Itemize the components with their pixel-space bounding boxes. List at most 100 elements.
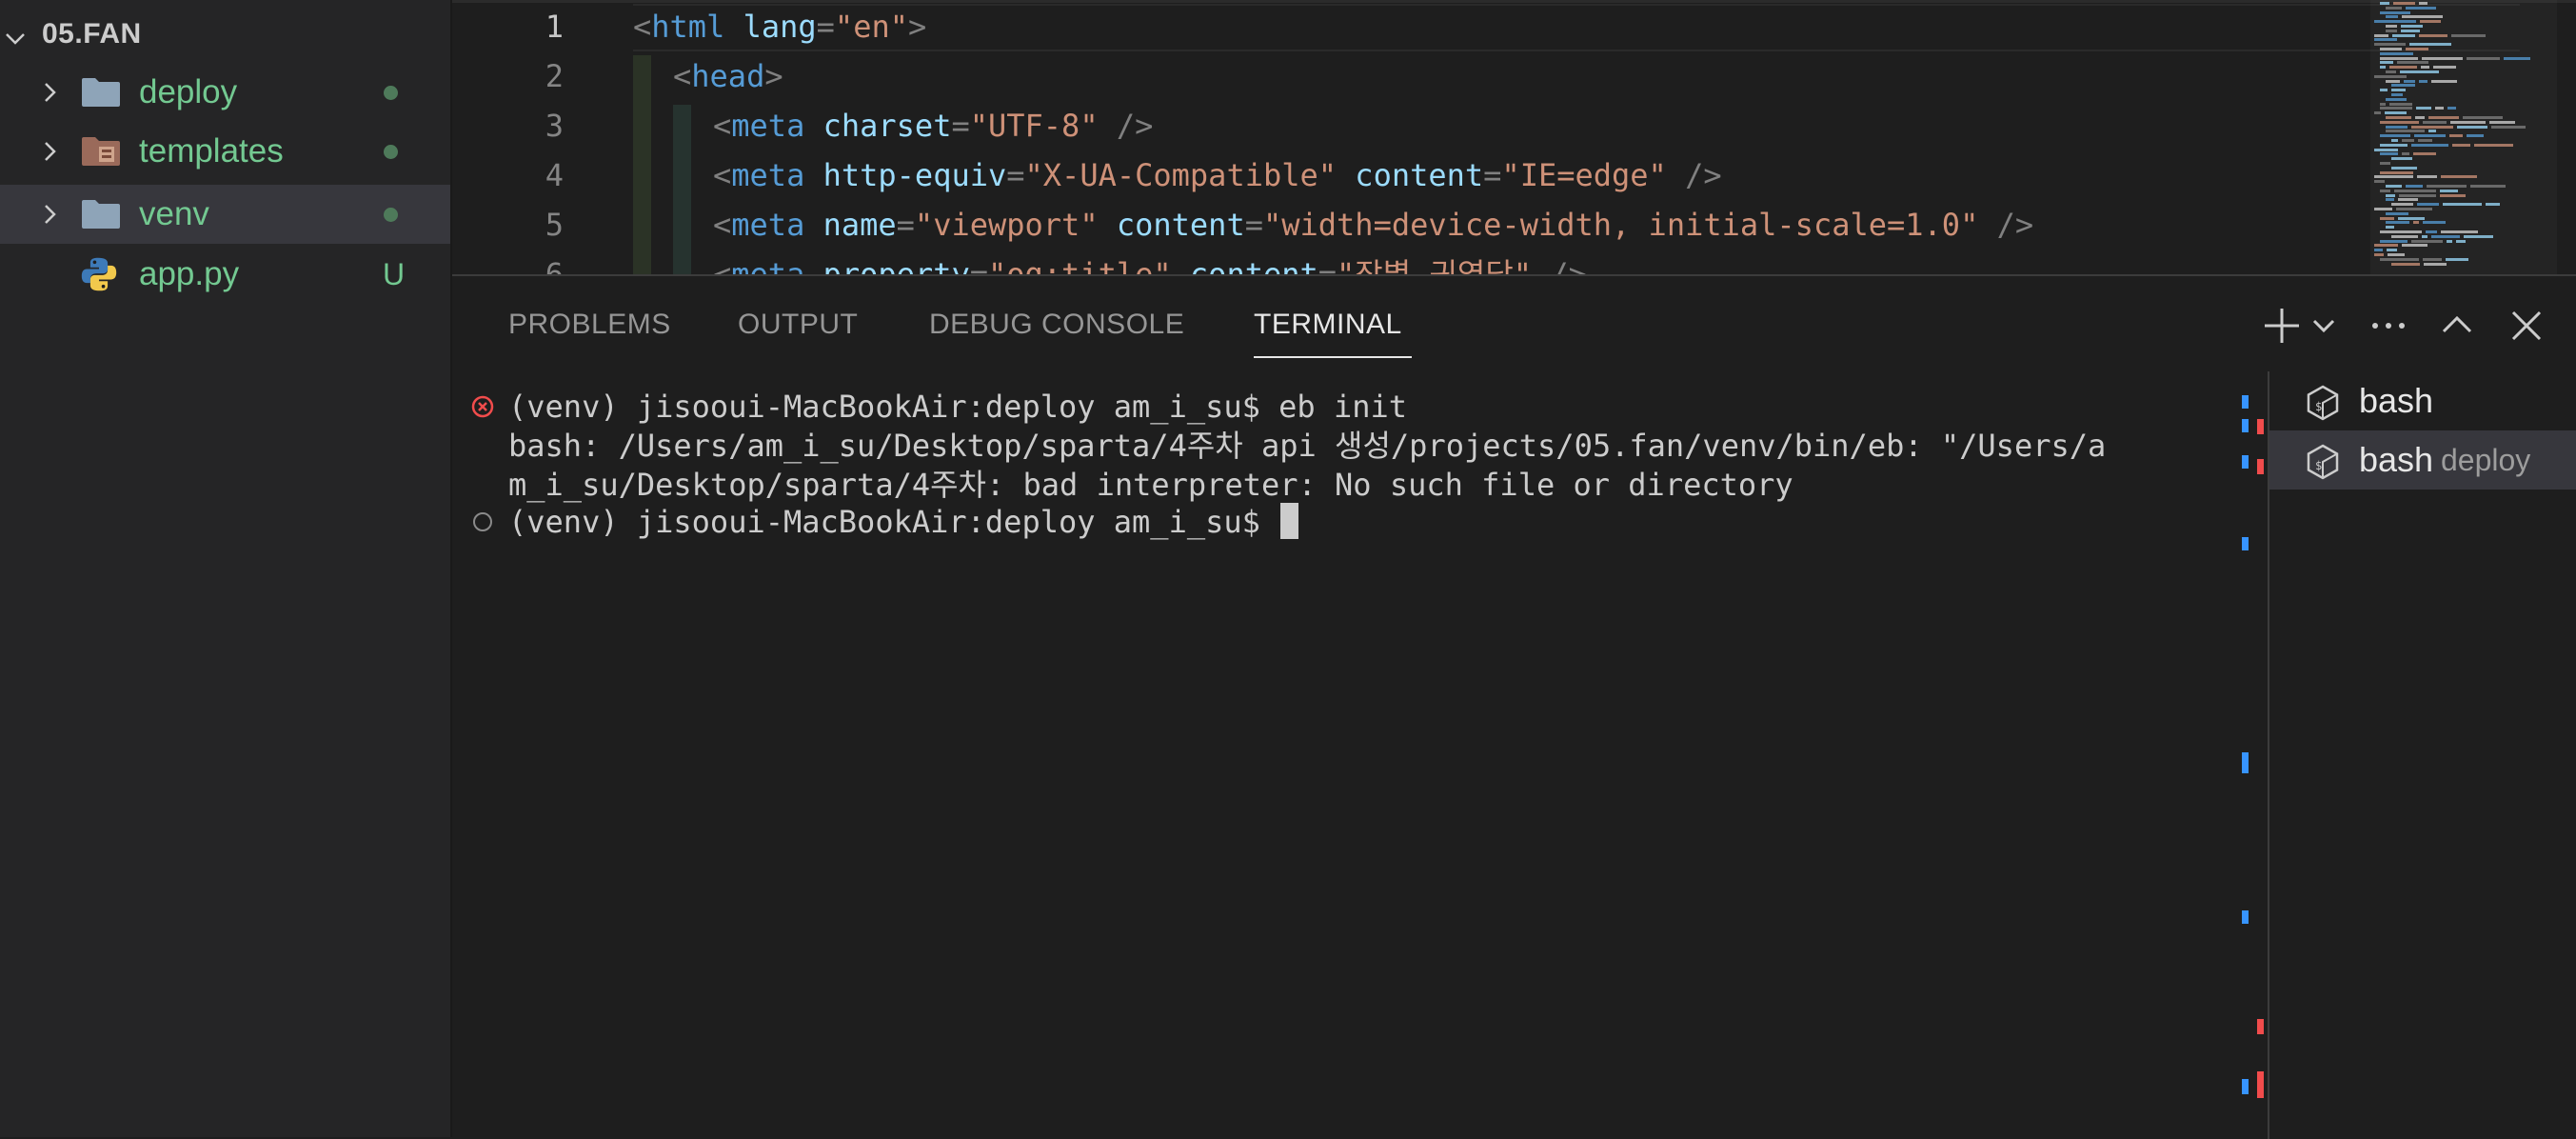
minimap-line xyxy=(2456,239,2466,243)
minimap-line xyxy=(2388,253,2405,256)
terminal-prompt-line: (venv) jisooui-MacBookAir:deploy am_i_su… xyxy=(508,501,1299,543)
minimap-line xyxy=(2380,56,2418,60)
minimap-line xyxy=(2380,239,2408,243)
terminal-output[interactable]: (venv) jisooui-MacBookAir:deploy am_i_su… xyxy=(452,386,2242,1129)
minimap-line xyxy=(2428,116,2459,119)
minimap-line xyxy=(2419,79,2427,83)
tab-debug-console[interactable]: DEBUG CONSOLE xyxy=(929,301,1184,349)
tree-item-label: deploy xyxy=(139,73,238,110)
chevron-up-icon[interactable] xyxy=(2434,303,2480,349)
minimap-line xyxy=(2391,166,2417,170)
terminal-icon: $ xyxy=(2307,385,2339,421)
ruler-mark xyxy=(2257,1071,2264,1098)
code-token: > xyxy=(907,9,927,45)
tab-problems[interactable]: PROBLEMS xyxy=(508,301,671,349)
minimap-line xyxy=(2467,56,2500,60)
code-text: <html lang="en"> xyxy=(633,2,926,51)
minimap-line xyxy=(2400,70,2439,73)
minimap-line xyxy=(2392,33,2415,37)
minimap-line xyxy=(2411,239,2443,243)
tree-item-deploy[interactable]: deploy xyxy=(0,63,450,122)
code-token: "og:title" xyxy=(987,256,1172,274)
line-number: 3 xyxy=(545,108,564,144)
code-editor[interactable]: 1 <html lang="en"> 2 <head> 3 <meta char… xyxy=(452,0,2576,274)
tree-item-venv[interactable]: venv xyxy=(0,185,450,244)
tab-terminal[interactable]: TERMINAL xyxy=(1254,301,1402,349)
close-icon[interactable] xyxy=(2504,303,2549,349)
code-token: < xyxy=(713,256,732,274)
minimap-line xyxy=(2374,111,2381,115)
tree-item-templates[interactable]: templates xyxy=(0,122,450,181)
code-token: "장별 귀염당" xyxy=(1337,256,1533,274)
minimap-line xyxy=(2421,66,2429,70)
minimap-line xyxy=(2393,2,2415,5)
minimap-line xyxy=(2391,157,2412,161)
minimap-line xyxy=(2387,249,2397,252)
minimap-line xyxy=(2418,139,2432,142)
plus-icon[interactable] xyxy=(2259,303,2305,349)
terminal-session-bash[interactable]: $ bash xyxy=(2269,371,2576,430)
ruler-mark xyxy=(2257,419,2264,434)
minimap-line xyxy=(2386,116,2411,119)
svg-text:$: $ xyxy=(2315,400,2322,413)
minimap-line xyxy=(2413,221,2419,225)
minimap-line xyxy=(2386,185,2402,188)
minimap[interactable] xyxy=(2370,0,2557,274)
more-icon[interactable] xyxy=(2366,303,2411,349)
line-number: 5 xyxy=(545,207,564,243)
minimap-line xyxy=(2402,15,2443,19)
code-text: <meta charset="UTF-8" /> xyxy=(713,101,1153,150)
terminal-session-name: bash xyxy=(2359,381,2434,420)
minimap-line xyxy=(2391,84,2415,88)
tree-item-label: app.py xyxy=(139,255,240,292)
code-token: "UTF-8" xyxy=(969,108,1099,144)
minimap-line xyxy=(2441,230,2478,233)
terminal-line: m_i_su/Desktop/sparta/4주차: bad interpret… xyxy=(508,467,1793,503)
bottom-panel: PROBLEMS OUTPUT DEBUG CONSOLE TERMINAL (… xyxy=(452,274,2576,1139)
minimap-line xyxy=(2391,262,2420,266)
minimap-line xyxy=(2385,111,2407,115)
minimap-line xyxy=(2457,125,2487,129)
folder-icon xyxy=(82,200,120,229)
terminal-session-name: bash xyxy=(2359,440,2434,479)
ruler-mark xyxy=(2242,537,2249,550)
minimap-line xyxy=(2401,25,2423,28)
code-token: = xyxy=(969,256,988,274)
code-token: > xyxy=(764,58,783,94)
minimap-line xyxy=(2446,257,2468,261)
minimap-line xyxy=(2386,125,2408,129)
code-token: name xyxy=(804,207,897,243)
chevron-right-icon xyxy=(45,83,56,102)
code-token: property xyxy=(804,256,970,274)
explorer-root-header[interactable]: 05.FAN xyxy=(0,13,450,55)
minimap-line xyxy=(2391,93,2403,96)
minimap-line xyxy=(2422,234,2427,238)
terminal-session-bash-deploy[interactable]: $ bash deploy xyxy=(2269,430,2576,490)
minimap-line xyxy=(2380,89,2388,92)
line-number: 1 xyxy=(545,9,564,45)
chevron-down-icon[interactable] xyxy=(2308,303,2339,349)
code-line: 1 <html lang="en"> xyxy=(452,2,2356,51)
minimap-line xyxy=(2386,15,2398,19)
minimap-line xyxy=(2374,74,2407,78)
line-number: 2 xyxy=(545,58,564,94)
minimap-line xyxy=(2386,193,2395,197)
code-token: "width=device-width, initial-scale=1.0" xyxy=(1262,207,1979,243)
ruler-mark xyxy=(2242,419,2249,432)
minimap-line xyxy=(2424,262,2447,266)
minimap-line xyxy=(2417,203,2439,207)
minimap-line xyxy=(2413,152,2436,156)
code-line: 5 <meta name="viewport" content="width=d… xyxy=(452,200,2356,250)
ruler-mark xyxy=(2257,459,2264,474)
chevron-right-icon xyxy=(45,205,56,224)
tab-output[interactable]: OUTPUT xyxy=(738,301,858,349)
tree-item-app-py[interactable]: app.py U xyxy=(0,245,450,304)
minimap-line xyxy=(2374,180,2385,184)
minimap-line xyxy=(2380,230,2422,233)
tree-item-label: templates xyxy=(139,132,284,170)
minimap-line xyxy=(2380,152,2398,156)
minimap-line xyxy=(2374,249,2383,252)
terminal-prompt: (venv) jisooui-MacBookAir:deploy am_i_su… xyxy=(508,504,1279,540)
minimap-line xyxy=(2399,193,2436,197)
minimap-line xyxy=(2420,20,2441,24)
